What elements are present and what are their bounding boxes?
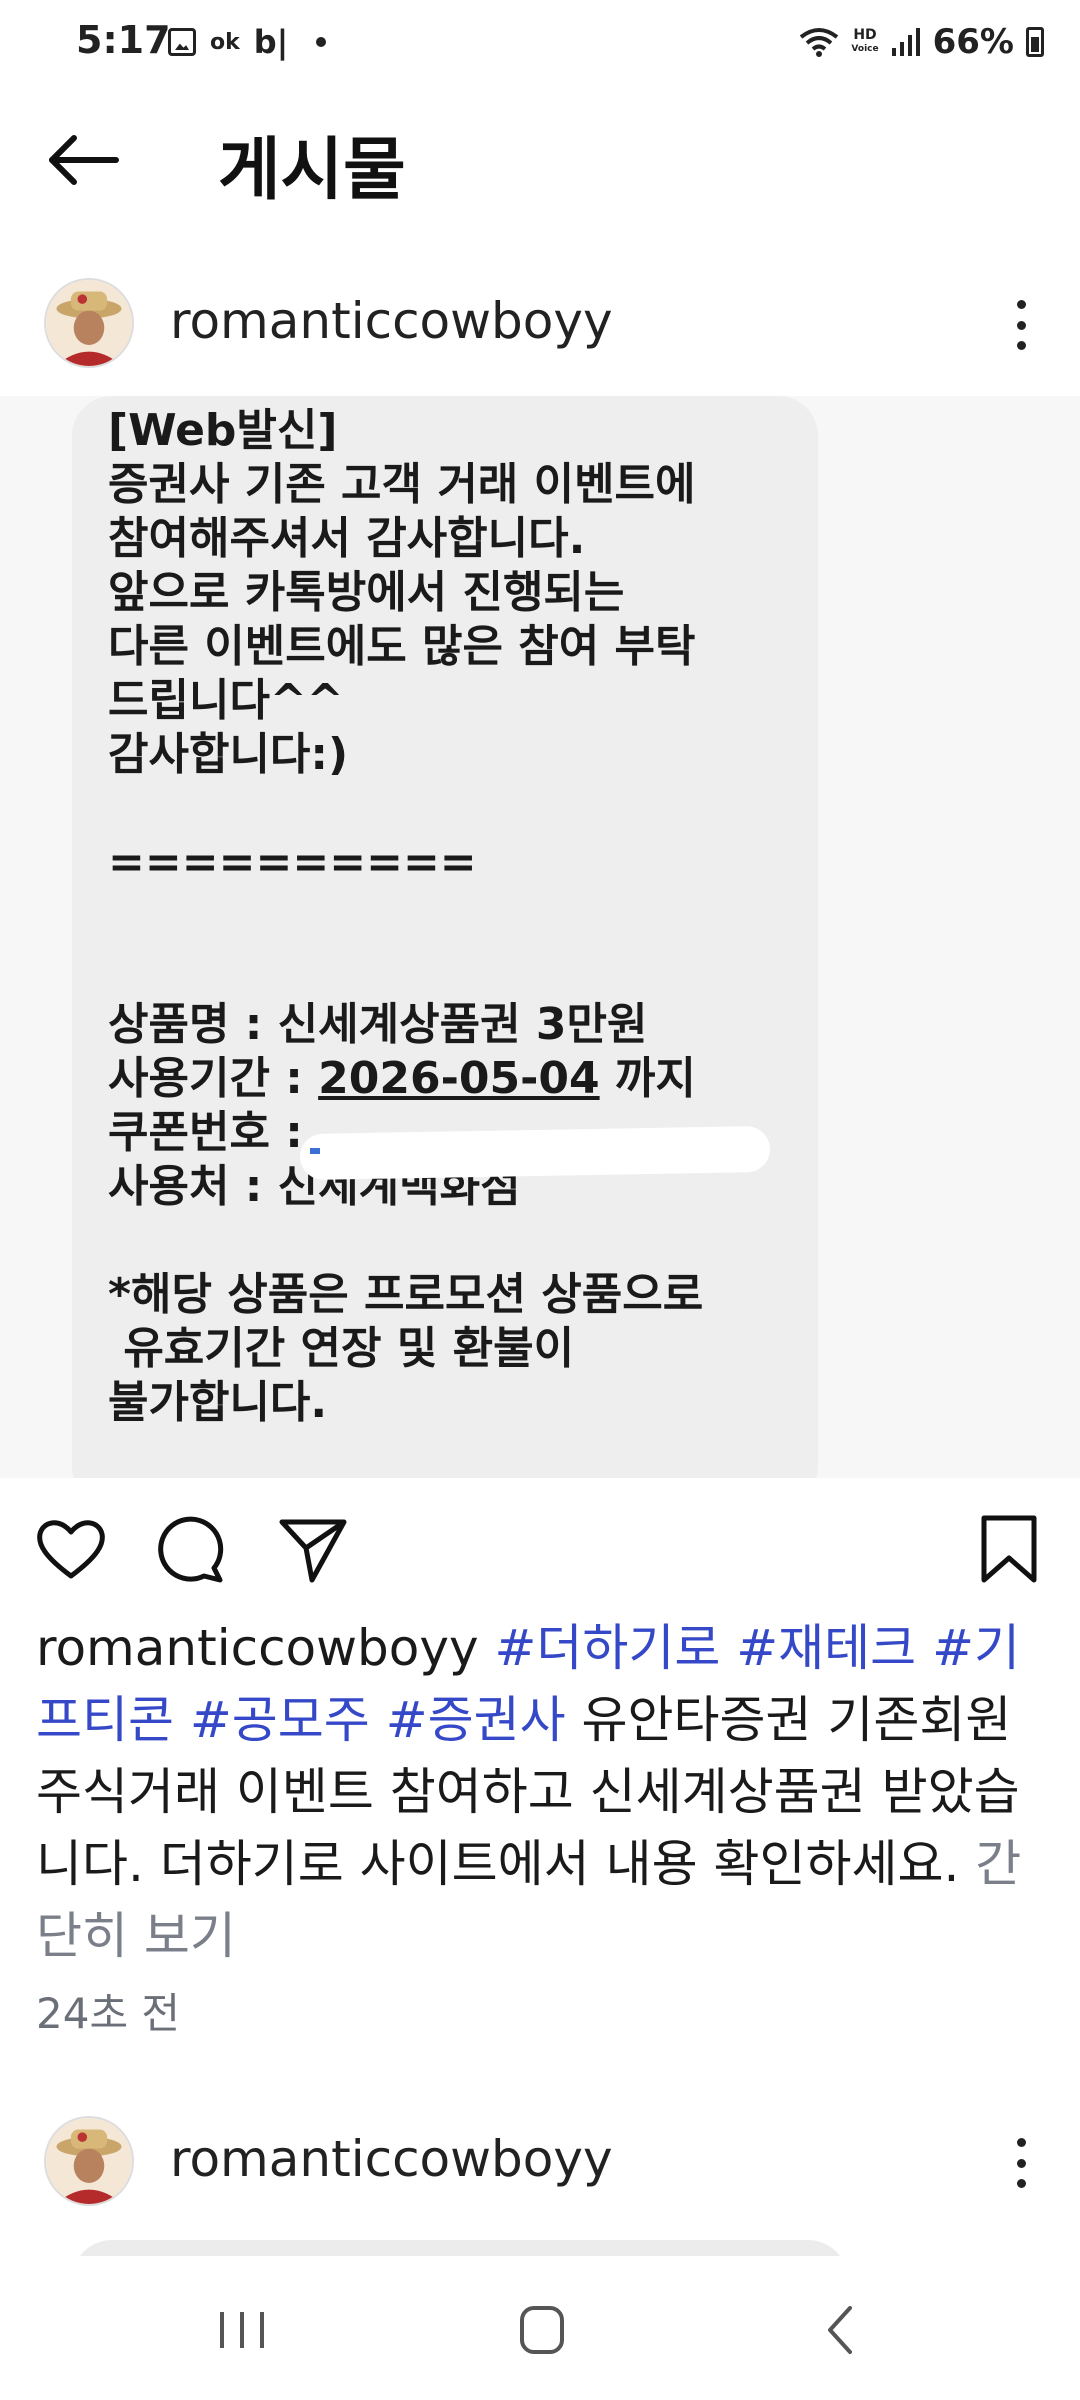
recent-apps-icon: [220, 2312, 264, 2348]
dot-icon: [1016, 300, 1026, 309]
battery-percent: 66%: [932, 22, 1014, 62]
system-nav-bar: [0, 2256, 1080, 2400]
message-line: 유효기간 연장 및 환불이: [108, 1323, 575, 1374]
home-button[interactable]: [502, 2300, 582, 2360]
message-line: [Web발신]: [108, 405, 338, 456]
save-button[interactable]: [972, 1512, 1046, 1586]
post-actions: [0, 1500, 1080, 1600]
usage-date: 2026-05-04: [318, 1053, 600, 1104]
post-header: romanticcowboyy: [0, 272, 1080, 382]
message-line: [108, 782, 798, 836]
post-username[interactable]: romanticcowboyy: [170, 292, 613, 350]
ok-cashbag-icon: ok: [210, 29, 240, 55]
message-line: ==========: [108, 837, 477, 888]
post-username[interactable]: romanticcowboyy: [170, 2130, 613, 2188]
dot-icon: [1016, 2179, 1026, 2188]
more-options-button[interactable]: [1006, 2128, 1036, 2198]
gallery-icon: [168, 28, 196, 56]
page-title: 게시물: [218, 131, 406, 210]
message-line: 불가합니다.: [108, 1377, 328, 1428]
heart-icon: [37, 1520, 105, 1579]
chevron-left-icon: [828, 2306, 852, 2354]
home-icon: [520, 2306, 564, 2354]
avatar-image: [46, 280, 132, 366]
message-line: [108, 1214, 798, 1268]
hashtag[interactable]: #재테크: [736, 1619, 916, 1677]
dot-icon: [1016, 2158, 1026, 2168]
message-line: 앞으로 카톡방에서 진행되는: [108, 567, 625, 618]
like-button[interactable]: [34, 1512, 108, 1586]
dot-icon: [1016, 341, 1026, 350]
message-line: 증권사 기존 고객 거래 이벤트에: [108, 459, 696, 510]
message-line: 감사합니다:): [108, 729, 349, 780]
avatar-image: [46, 2118, 132, 2204]
app-header: 게시물: [0, 100, 1080, 220]
blog-icon: b|: [253, 23, 289, 61]
message-line: 다른 이벤트에도 많은 참여 부탁: [108, 621, 696, 672]
message-line: *해당 상품은 프로모션 상품으로: [108, 1269, 704, 1320]
message-line: 드립니다^^: [108, 675, 344, 726]
avatar[interactable]: [44, 2116, 134, 2206]
message-line: 상품명 : 신세계상품권 3만원: [108, 999, 648, 1050]
status-bar: 5:17 ok b| HD Voice 66%: [0, 0, 1080, 90]
comment-icon: [158, 1516, 224, 1583]
recent-apps-button[interactable]: [202, 2300, 282, 2360]
hashtag[interactable]: #공모주: [190, 1691, 370, 1749]
hashtag[interactable]: #더하기로: [494, 1619, 720, 1677]
battery-icon: [1026, 27, 1044, 57]
bookmark-icon: [981, 1515, 1037, 1583]
dot-icon: [1016, 2138, 1026, 2147]
caption-username[interactable]: romanticcowboyy: [36, 1619, 479, 1677]
message-text: [Web발신] 증권사 기존 고객 거래 이벤트에 참여해주셔서 감사합니다. …: [108, 404, 798, 1430]
share-button[interactable]: [276, 1512, 350, 1586]
arrow-left-icon: [49, 135, 119, 185]
back-nav-button[interactable]: [804, 2300, 884, 2360]
post-caption: romanticcowboyy #더하기로 #재테크 #기프티콘 #공모주 #증…: [36, 1612, 1046, 1972]
redaction-scribble: [299, 1125, 771, 1181]
wifi-icon: [800, 28, 839, 57]
message-line: 참여해주셔서 감사합니다.: [108, 513, 586, 564]
back-button[interactable]: [44, 126, 124, 194]
send-icon: [279, 1519, 347, 1583]
message-line: [108, 944, 798, 998]
more-notifications-icon: [316, 37, 327, 47]
coupon-link-fragment: [310, 1148, 320, 1154]
post-image[interactable]: [Web발신] 증권사 기존 고객 거래 이벤트에 참여해주셔서 감사합니다. …: [0, 396, 1080, 1478]
more-options-button[interactable]: [1006, 290, 1036, 360]
dot-icon: [1016, 320, 1026, 330]
signal-icon: [891, 28, 920, 56]
status-time: 5:17: [76, 18, 171, 62]
next-post-header: romanticcowboyy: [0, 2110, 1080, 2220]
hd-voice-icon: HD Voice: [851, 27, 879, 54]
post-timestamp: 24초 전: [36, 1989, 181, 2038]
notification-icons: ok b|: [168, 22, 327, 62]
avatar[interactable]: [44, 278, 134, 368]
usage-period: 사용기간 : 2026-05-04 까지: [108, 1053, 696, 1104]
message-line: [108, 890, 798, 944]
hashtag[interactable]: #증권사: [386, 1691, 566, 1749]
comment-button[interactable]: [154, 1512, 228, 1586]
system-icons: HD Voice 66%: [799, 20, 1044, 64]
